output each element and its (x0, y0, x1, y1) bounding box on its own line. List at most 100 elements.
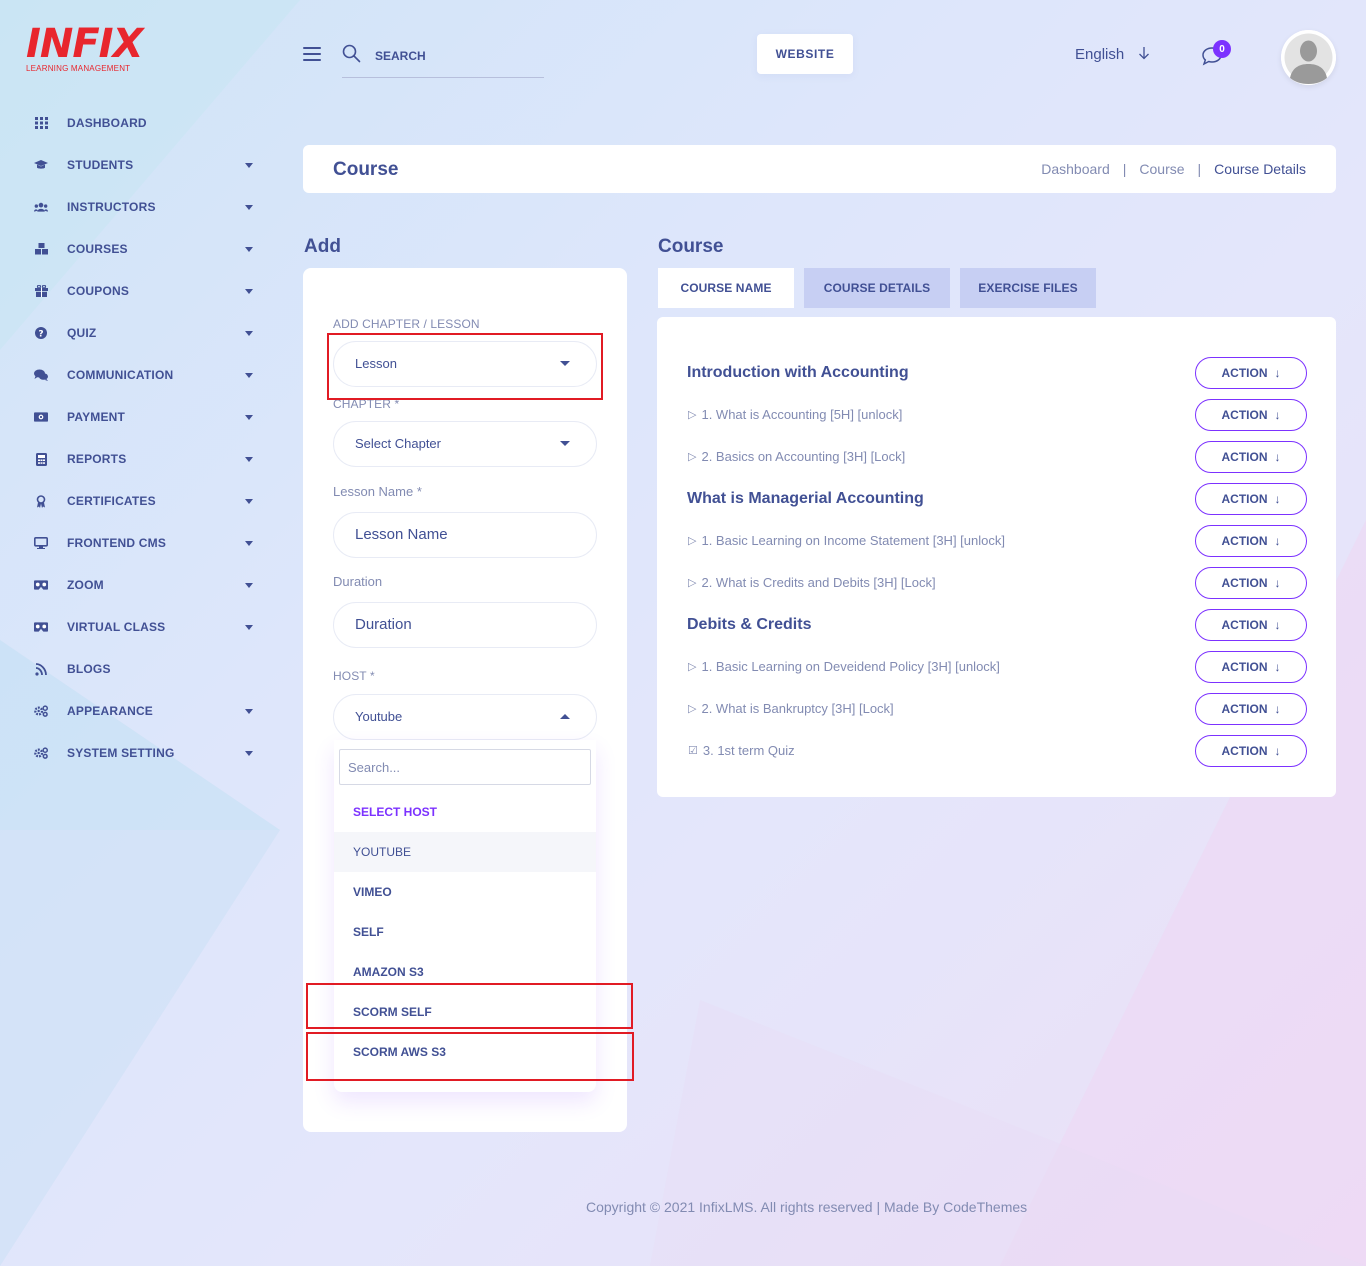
dropdown-option-select-host[interactable]: SELECT HOST (334, 792, 596, 832)
host-field-label: HOST * (333, 669, 375, 683)
action-button[interactable]: ACTION ↓ (1195, 441, 1307, 473)
tab-course-name[interactable]: COURSE NAME (658, 268, 794, 308)
breadcrumb-item-course[interactable]: Course (1139, 161, 1184, 177)
action-button[interactable]: ACTION ↓ (1195, 399, 1307, 431)
lesson-title[interactable]: 1. Basic Learning on Income Statement [3… (701, 533, 1005, 548)
dropdown-option-scorm-self[interactable]: SCORM SELF (334, 992, 596, 1032)
sidebar-item-frontend-cms[interactable]: FRONTEND CMS (0, 522, 270, 564)
action-label: ACTION (1221, 408, 1268, 422)
sidebar-item-certificates[interactable]: CERTIFICATES (0, 480, 270, 522)
language-label: English (1075, 46, 1125, 63)
sidebar-item-system-setting[interactable]: SYSTEM SETTING (0, 732, 270, 774)
tab-exercise-files[interactable]: EXERCISE FILES (960, 268, 1096, 308)
play-triangle-icon: ▷ (688, 577, 697, 589)
sidebar-item-payment[interactable]: PAYMENT (0, 396, 270, 438)
dropdown-option-vimeo[interactable]: VIMEO (334, 872, 596, 912)
host-select[interactable]: Youtube (333, 694, 597, 740)
action-button[interactable]: ACTION ↓ (1195, 357, 1307, 389)
money-icon (34, 410, 48, 424)
action-button[interactable]: ACTION ↓ (1195, 609, 1307, 641)
lesson-title[interactable]: 2. Basics on Accounting [3H] [Lock] (701, 449, 905, 464)
arrow-down-icon: ↓ (1274, 702, 1281, 716)
notification-button[interactable]: 0 (1201, 40, 1231, 68)
breadcrumb: Dashboard | Course | Course Details (1041, 161, 1306, 177)
search-icon[interactable] (342, 44, 361, 68)
sidebar-item-coupons[interactable]: COUPONS (0, 270, 270, 312)
caret-down-icon (560, 361, 570, 366)
dropdown-option-self[interactable]: SELF (334, 912, 596, 952)
play-triangle-icon: ▷ (688, 451, 697, 463)
action-button[interactable]: ACTION ↓ (1195, 567, 1307, 599)
language-selector[interactable]: English (1075, 46, 1150, 63)
dropdown-option-scorm-aws-s3[interactable]: SCORM AWS S3 (334, 1032, 596, 1072)
lesson-title[interactable]: 2. What is Bankruptcy [3H] [Lock] (701, 701, 893, 716)
quiz-title[interactable]: 3. 1st term Quiz (703, 743, 795, 758)
sidebar-item-courses[interactable]: COURSES (0, 228, 270, 270)
host-select-value: Youtube (355, 709, 403, 724)
chapter-select[interactable]: Select Chapter (333, 421, 597, 467)
dropdown-option-amazon-s3[interactable]: AMAZON S3 (334, 952, 596, 992)
user-silhouette-icon (1281, 30, 1336, 85)
action-button[interactable]: ACTION ↓ (1195, 483, 1307, 515)
sidebar-item-reports[interactable]: REPORTS (0, 438, 270, 480)
search-input[interactable] (375, 44, 540, 68)
sidebar-item-communication[interactable]: COMMUNICATION (0, 354, 270, 396)
vr-headset-icon (34, 578, 48, 592)
breadcrumb-separator: | (1122, 161, 1127, 177)
action-label: ACTION (1221, 618, 1268, 632)
type-select-value: Lesson (355, 356, 397, 371)
sidebar-item-label: REPORTS (67, 452, 127, 466)
sidebar-item-instructors[interactable]: INSTRUCTORS (0, 186, 270, 228)
lesson-row: ▷ 2. What is Bankruptcy [3H] [Lock] ACTIO… (687, 693, 1307, 725)
lesson-title[interactable]: 1. What is Accounting [5H] [unlock] (701, 407, 902, 422)
duration-placeholder: Duration (355, 616, 412, 633)
action-button[interactable]: ACTION ↓ (1195, 735, 1307, 767)
logo-tagline: LEARNING MANAGEMENT (26, 64, 131, 73)
duration-field[interactable]: Duration (333, 602, 597, 648)
svg-text:?: ? (38, 329, 43, 339)
course-content-card (657, 317, 1336, 797)
lesson-name-placeholder: Lesson Name (355, 526, 448, 543)
dropdown-option-youtube[interactable]: YOUTUBE (334, 832, 596, 872)
lesson-name-field[interactable]: Lesson Name (333, 512, 597, 558)
website-button[interactable]: WEBSITE (757, 34, 853, 74)
sidebar-item-zoom[interactable]: ZOOM (0, 564, 270, 606)
sidebar-item-quiz[interactable]: ? QUIZ (0, 312, 270, 354)
hamburger-menu-icon[interactable] (303, 47, 321, 63)
app-logo[interactable]: INFIX LEARNING MANAGEMENT (26, 24, 143, 73)
action-button[interactable]: ACTION ↓ (1195, 525, 1307, 557)
sidebar-item-label: QUIZ (67, 326, 97, 340)
type-field-label: ADD CHAPTER / LESSON (333, 317, 480, 331)
sidebar-item-students[interactable]: STUDENTS (0, 144, 270, 186)
chapter-title[interactable]: Introduction with Accounting (687, 364, 909, 382)
sidebar-item-virtual-class[interactable]: VIRTUAL CLASS (0, 606, 270, 648)
action-button[interactable]: ACTION ↓ (1195, 651, 1307, 683)
action-button[interactable]: ACTION ↓ (1195, 693, 1307, 725)
chapter-field-label: CHAPTER * (333, 397, 400, 411)
sidebar-item-dashboard[interactable]: DASHBOARD (0, 102, 270, 144)
arrow-down-icon: ↓ (1274, 408, 1281, 422)
chevron-down-icon (245, 457, 253, 462)
chevron-down-icon (245, 625, 253, 630)
sidebar-nav: DASHBOARD STUDENTS INSTRUCTORS COURSES C… (0, 102, 270, 774)
chevron-down-icon (245, 709, 253, 714)
lesson-title[interactable]: 1. Basic Learning on Deveidend Policy [3… (701, 659, 999, 674)
users-icon (34, 200, 48, 214)
tab-course-details[interactable]: COURSE DETAILS (804, 268, 950, 308)
footer-copyright: Copyright © 2021 InfixLMS. All rights re… (586, 1199, 1028, 1215)
sidebar-item-label: APPEARANCE (67, 704, 154, 718)
dropdown-search-input[interactable] (340, 750, 590, 784)
sidebar-item-label: INSTRUCTORS (67, 200, 156, 214)
sidebar-item-appearance[interactable]: APPEARANCE (0, 690, 270, 732)
user-avatar[interactable] (1281, 30, 1336, 85)
chapter-title[interactable]: What is Managerial Accounting (687, 490, 924, 508)
type-select[interactable]: Lesson (333, 341, 597, 387)
sidebar-item-label: BLOGS (67, 662, 111, 676)
sidebar-item-blogs[interactable]: BLOGS (0, 648, 270, 690)
sidebar-item-label: FRONTEND CMS (67, 536, 167, 550)
breadcrumb-item-dashboard[interactable]: Dashboard (1041, 161, 1110, 177)
chapter-title[interactable]: Debits & Credits (687, 616, 811, 634)
quiz-row: ☑ 3. 1st term Quiz ACTION ↓ (687, 735, 1307, 767)
action-label: ACTION (1221, 534, 1268, 548)
lesson-title[interactable]: 2. What is Credits and Debits [3H] [Lock… (701, 575, 935, 590)
